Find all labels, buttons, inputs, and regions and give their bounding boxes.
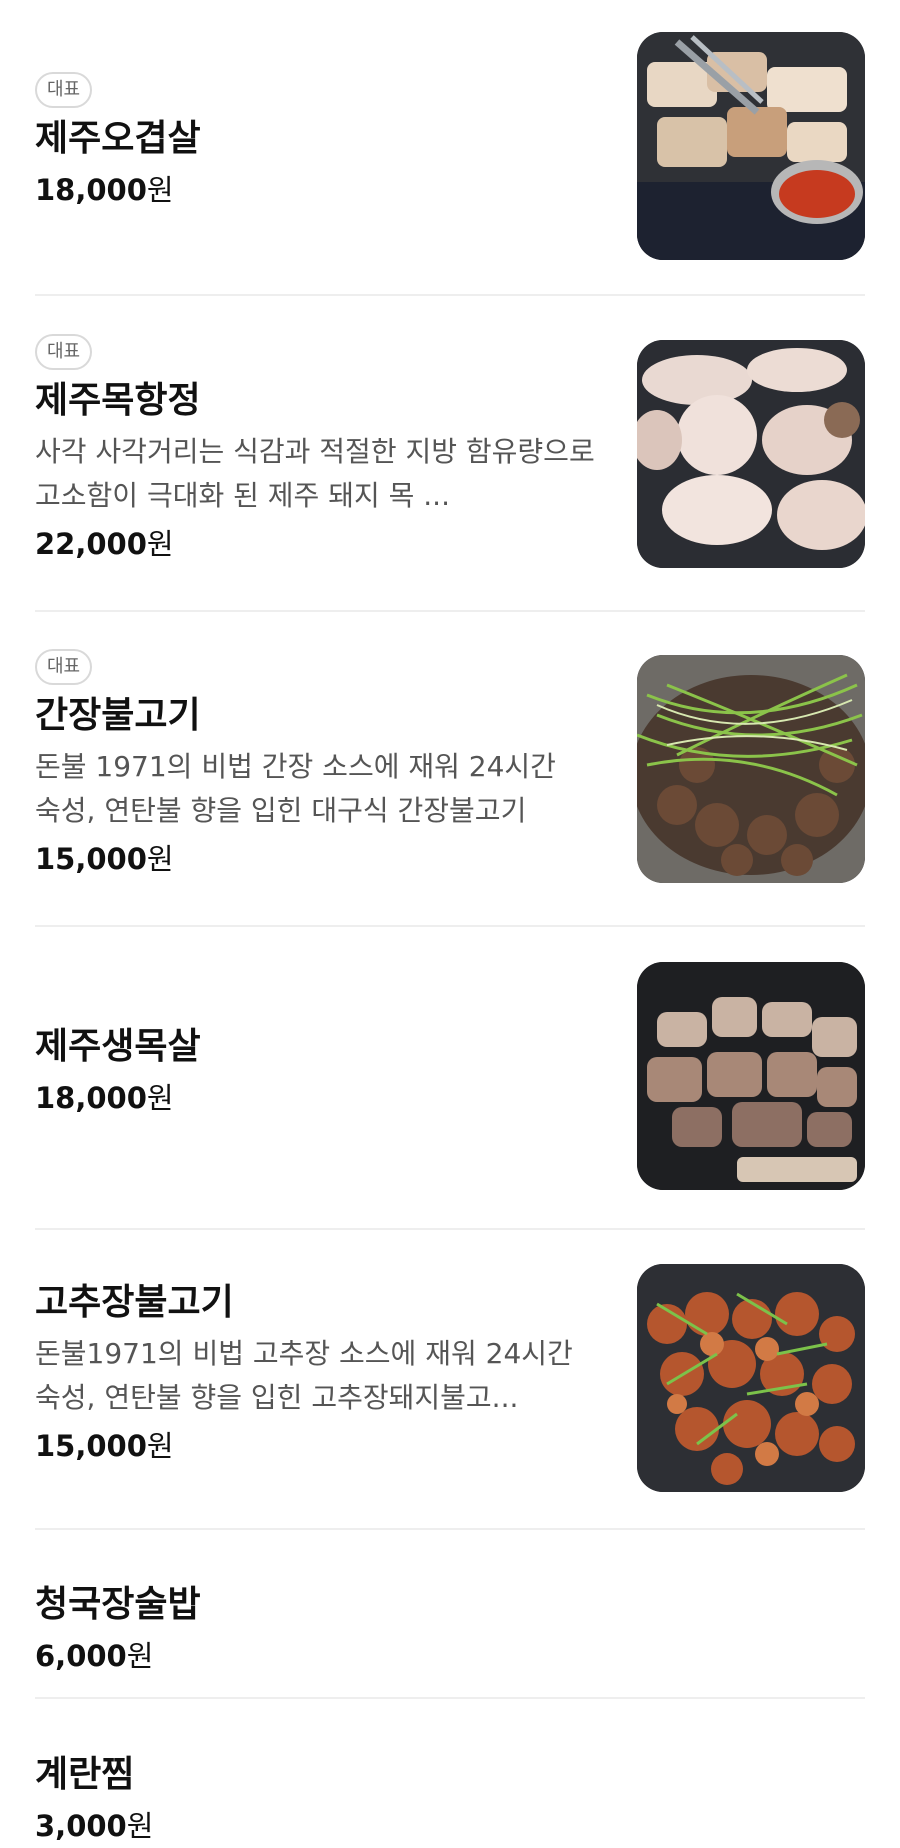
- menu-item-ganjang-bulgogi[interactable]: 대표 간장불고기 돈불 1971의 비법 간장 소스에 재워 24시간 숙성, …: [35, 645, 865, 925]
- menu-item-info: 계란찜 3,000원: [35, 1750, 605, 1848]
- menu-item-description: 돈불1971의 비법 고추장 소스에 재워 24시간 숙성, 연탄불 향을 입힌…: [35, 1337, 573, 1414]
- menu-item-price: 6,000원: [35, 1639, 154, 1673]
- menu-item-info: 청국장술밥 6,000원: [35, 1580, 605, 1678]
- menu-item-info: 고추장불고기 돈불1971의 비법 고추장 소스에 재워 24시간 숙성, 연탄…: [35, 1278, 605, 1468]
- menu-item-description: 사각 사각거리는 식감과 적절한 지방 함유량으로 고소함이 극대화 된 제주 …: [35, 435, 595, 512]
- menu-item-gyeran-jjim[interactable]: 계란찜 3,000원: [35, 1728, 865, 1848]
- pork-collar-photo[interactable]: [637, 962, 865, 1190]
- grilled-pork-belly-photo[interactable]: [637, 32, 865, 260]
- divider: [35, 1528, 865, 1530]
- menu-item-name: 청국장술밥: [35, 1584, 201, 1625]
- divider: [35, 294, 865, 296]
- menu-item-info: 대표 제주목항정 사각 사각거리는 식감과 적절한 지방 함유량으로 고소함이 …: [35, 334, 605, 566]
- menu-item-info: 대표 간장불고기 돈불 1971의 비법 간장 소스에 재워 24시간 숙성, …: [35, 649, 605, 881]
- divider: [35, 610, 865, 612]
- menu-item-price: 15,000원: [35, 842, 174, 876]
- menu-item-info: 대표 제주오겹살 18,000원: [35, 72, 605, 212]
- divider: [35, 925, 865, 927]
- menu-item-name: 간장불고기: [35, 695, 201, 736]
- menu-list: 대표 제주오겹살 18,000원 대표 제주목항정 사각 사각거리는 식감과 적…: [0, 0, 900, 1848]
- signature-badge: 대표: [35, 72, 93, 108]
- menu-item-price: 18,000원: [35, 1081, 174, 1115]
- menu-item-name: 제주오겹살: [35, 118, 201, 159]
- grilled-pork-neck-photo[interactable]: [637, 340, 865, 568]
- divider: [35, 1228, 865, 1230]
- menu-item-price: 3,000원: [35, 1809, 154, 1843]
- divider: [35, 1697, 865, 1699]
- menu-item-name: 제주생목살: [35, 1026, 201, 1067]
- menu-item-jeju-ogyeopsal[interactable]: 대표 제주오겹살 18,000원: [35, 30, 865, 260]
- menu-item-name: 계란찜: [35, 1754, 135, 1795]
- menu-item-price: 15,000원: [35, 1429, 174, 1463]
- signature-badge: 대표: [35, 334, 93, 370]
- menu-item-name: 고추장불고기: [35, 1282, 234, 1323]
- menu-item-name: 제주목항정: [35, 380, 201, 421]
- menu-item-info: 제주생목살 18,000원: [35, 1022, 605, 1120]
- menu-item-description: 돈불 1971의 비법 간장 소스에 재워 24시간 숙성, 연탄불 향을 입힌…: [35, 750, 556, 827]
- menu-item-jeju-mokhangjeong[interactable]: 대표 제주목항정 사각 사각거리는 식감과 적절한 지방 함유량으로 고소함이 …: [35, 330, 865, 610]
- soy-bulgogi-photo[interactable]: [637, 655, 865, 883]
- menu-item-gochujang-bulgogi[interactable]: 고추장불고기 돈불1971의 비법 고추장 소스에 재워 24시간 숙성, 연탄…: [35, 1262, 865, 1530]
- gochujang-bulgogi-photo[interactable]: [637, 1264, 865, 1492]
- menu-item-price: 18,000원: [35, 173, 174, 207]
- menu-item-cheonggukjang-sulbap[interactable]: 청국장술밥 6,000원: [35, 1560, 865, 1700]
- signature-badge: 대표: [35, 649, 93, 685]
- menu-item-price: 22,000원: [35, 527, 174, 561]
- menu-item-jeju-saengmoksal[interactable]: 제주생목살 18,000원: [35, 960, 865, 1230]
